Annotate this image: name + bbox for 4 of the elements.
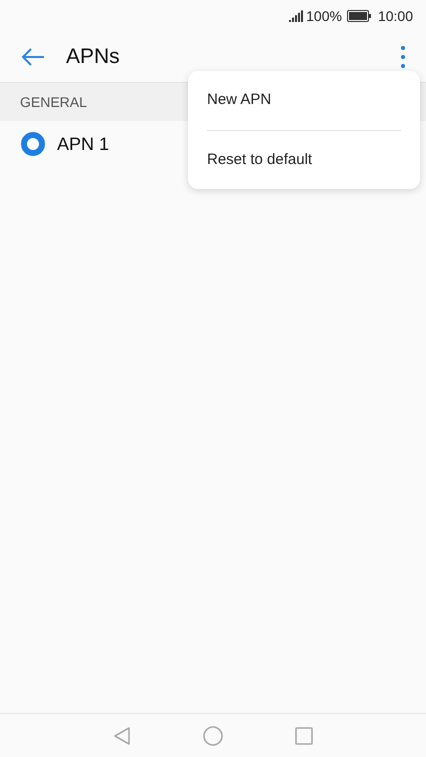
screen-title: APNs [66, 44, 120, 70]
battery-percent: 100% [306, 6, 342, 26]
apn-name: APN 1 [57, 132, 110, 156]
clock: 10:00 [378, 6, 413, 26]
